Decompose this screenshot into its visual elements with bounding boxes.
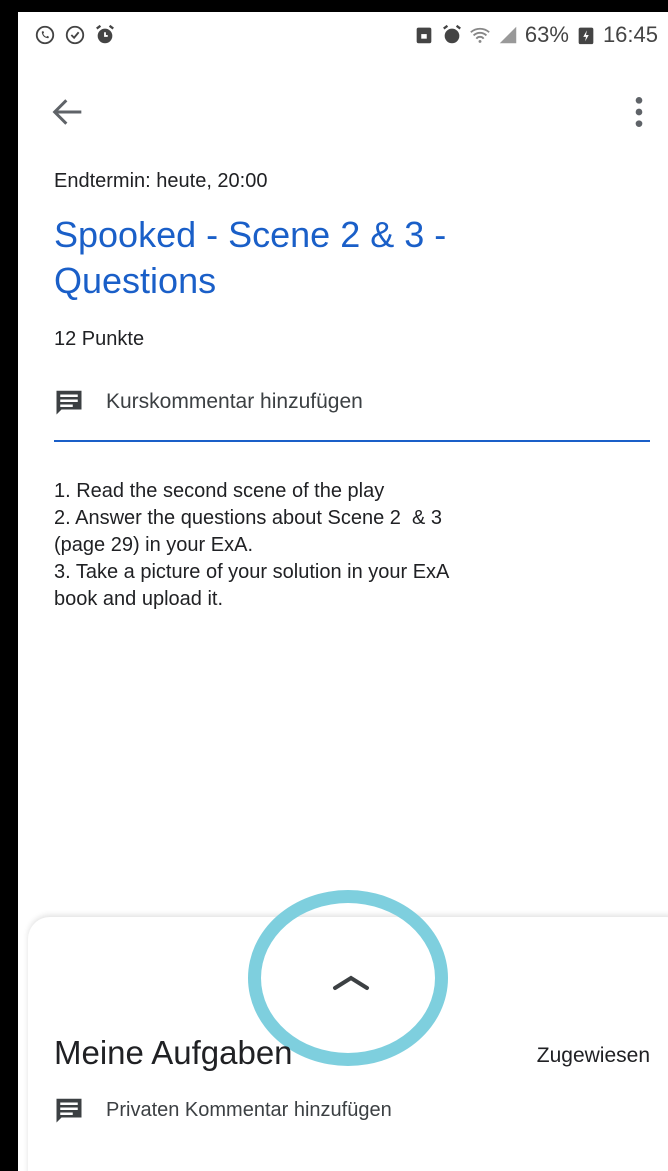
description-line: (page 29) in your ExA. [54,534,253,556]
signal-icon [499,26,517,44]
system-icons: 63% 16:45 [413,22,658,48]
comment-icon [56,390,82,415]
description-line: book and upload it. [54,588,224,610]
status-bar: 63% 16:45 [18,12,668,62]
battery-icon [578,27,594,45]
my-work-title: Meine Aufgaben [54,1034,293,1071]
title-line: Spooked - Scene 2 & 3 - [54,214,447,255]
private-comment-label: Privaten Kommentar hinzufügen [106,1098,392,1121]
add-private-comment-button[interactable]: Privaten Kommentar hinzufügen [54,1092,392,1128]
description-line: 3. Take a picture of your solution in yo… [54,561,450,583]
lock-icon [416,27,432,44]
whatsapp-icon [35,25,55,45]
app-bar [18,82,668,142]
battery-percent: 63% [524,22,569,47]
arrow-back-icon[interactable] [48,92,88,132]
notification-icons [34,24,116,46]
screen: 63% 16:45 Endtermin: heute, 20:00 Spooke… [18,12,668,1171]
points: 12 Punkte [54,328,145,350]
assignment-description: 1. Read the second scene of the play 2. … [54,478,614,613]
description-line: 2. Answer the questions about Scene 2 & … [54,507,443,529]
add-class-comment-button[interactable]: Kurskommentar hinzufügen [54,384,363,420]
title-line: Questions [54,260,217,301]
alarm-icon [442,24,461,44]
class-comment-label: Kurskommentar hinzufügen [106,390,363,413]
status-badge: Zugewiesen [536,1044,650,1067]
clock: 16:45 [602,22,658,47]
description-line: 1. Read the second scene of the play [54,480,385,502]
assignment-title: Spooked - Scene 2 & 3 - Questions [54,212,614,304]
shield-check-icon [65,25,85,45]
due-date: Endtermin: heute, 20:00 [54,170,268,192]
alarm-icon [96,24,114,44]
comment-icon [56,1098,82,1123]
divider [54,440,650,442]
wifi-icon [470,27,490,43]
more-vert-icon[interactable] [624,92,654,132]
